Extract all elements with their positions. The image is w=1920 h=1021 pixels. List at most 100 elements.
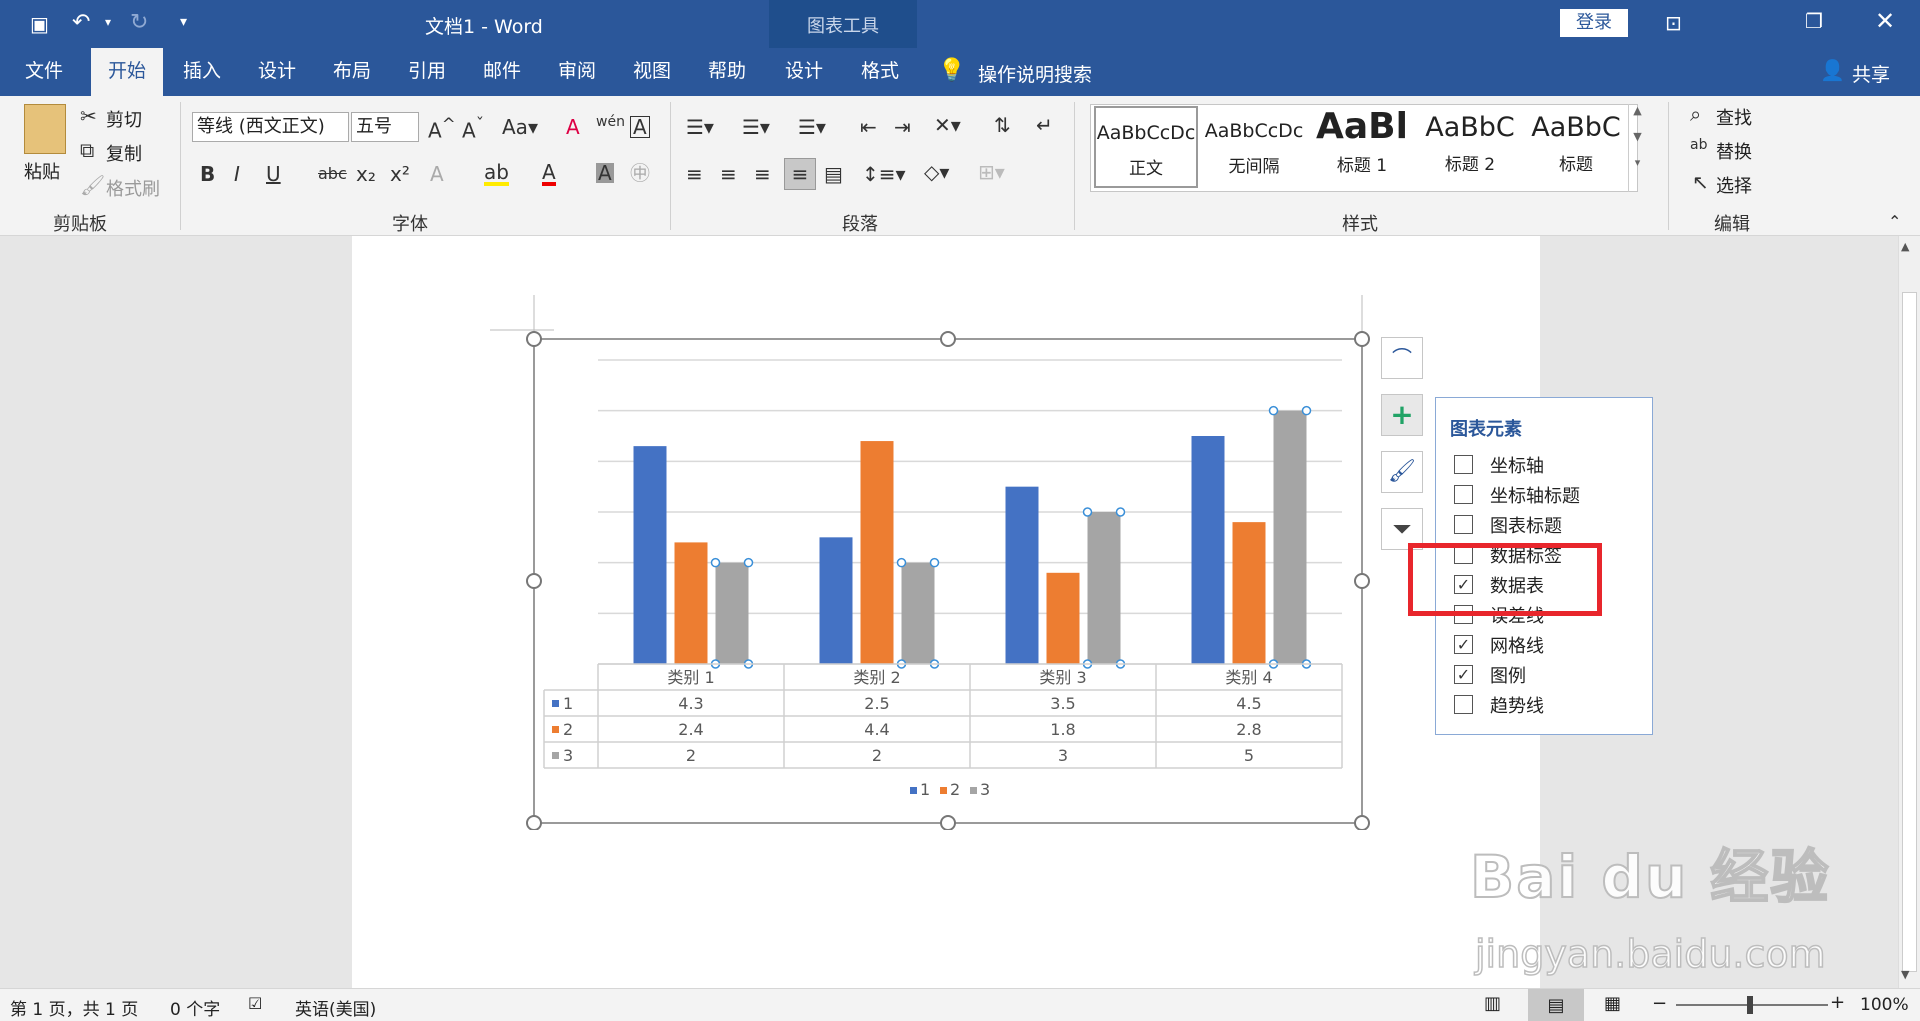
tab-design[interactable]: 设计 bbox=[247, 48, 307, 96]
chart-styles-button[interactable]: 🖌 bbox=[1381, 451, 1423, 493]
grow-font-icon[interactable]: A^ bbox=[428, 116, 456, 141]
style-title[interactable]: AaBbC 标题 bbox=[1526, 106, 1626, 188]
format-painter-button[interactable]: 格式刷 bbox=[106, 175, 160, 201]
italic-icon[interactable]: I bbox=[234, 164, 240, 184]
checkbox-checked[interactable]: ✓ bbox=[1454, 665, 1473, 684]
select-button[interactable]: 选择 bbox=[1716, 172, 1752, 198]
bold-icon[interactable]: B bbox=[200, 164, 215, 184]
checkbox-unchecked[interactable] bbox=[1454, 455, 1473, 474]
bullets-icon[interactable]: ☰▾ bbox=[686, 117, 714, 137]
restore-icon[interactable]: ❐ bbox=[1805, 9, 1823, 33]
resize-handle[interactable] bbox=[1354, 331, 1370, 347]
character-shading-icon[interactable]: A bbox=[596, 163, 614, 183]
align-right-icon[interactable]: ≡ bbox=[754, 164, 771, 184]
resize-handle[interactable] bbox=[526, 815, 542, 830]
multilevel-list-icon[interactable]: ☰▾ bbox=[798, 117, 826, 137]
zoom-level[interactable]: 100% bbox=[1860, 995, 1909, 1015]
web-layout-icon[interactable]: ▦ bbox=[1604, 993, 1621, 1014]
show-marks-icon[interactable]: ↵ bbox=[1036, 115, 1053, 135]
distributed-icon[interactable]: ▤ bbox=[824, 164, 843, 184]
phonetic-guide-icon[interactable]: wén bbox=[596, 115, 625, 129]
underline-icon[interactable]: U bbox=[266, 164, 281, 184]
line-spacing-icon[interactable]: ↕≡▾ bbox=[862, 164, 906, 184]
chart-elements-button[interactable]: + bbox=[1381, 394, 1423, 436]
center-icon[interactable]: ≡ bbox=[720, 164, 737, 184]
share-button[interactable]: 共享 bbox=[1852, 60, 1890, 87]
increase-indent-icon[interactable]: ⇥ bbox=[894, 117, 911, 137]
language[interactable]: 英语(美国) bbox=[295, 995, 376, 1020]
close-icon[interactable]: ✕ bbox=[1875, 7, 1895, 35]
checkbox-unchecked[interactable] bbox=[1454, 485, 1473, 504]
tab-layout[interactable]: 布局 bbox=[322, 48, 382, 96]
superscript-icon[interactable]: x² bbox=[390, 164, 410, 184]
style-heading-2[interactable]: AaBbC 标题 2 bbox=[1418, 106, 1522, 188]
copy-icon[interactable]: ⧉ bbox=[80, 140, 94, 160]
sort-icon[interactable]: ⇅ bbox=[994, 115, 1011, 135]
style-normal[interactable]: AaBbCcDc 正文 bbox=[1094, 106, 1198, 188]
format-painter-icon[interactable]: 🖌 bbox=[80, 175, 105, 195]
tab-mailings[interactable]: 邮件 bbox=[472, 48, 532, 96]
save-icon[interactable]: ▣ bbox=[30, 12, 49, 36]
copy-button[interactable]: 复制 bbox=[106, 140, 142, 166]
enclose-characters-icon[interactable]: ㊥ bbox=[630, 163, 650, 183]
shrink-font-icon[interactable]: Aˇ bbox=[462, 116, 484, 141]
resize-handle[interactable] bbox=[1354, 815, 1370, 830]
subscript-icon[interactable]: x₂ bbox=[356, 164, 376, 184]
proofing-icon[interactable]: ☑ bbox=[248, 994, 262, 1013]
tab-references[interactable]: 引用 bbox=[397, 48, 457, 96]
resize-handle[interactable] bbox=[940, 815, 956, 830]
resize-handle[interactable] bbox=[940, 331, 956, 347]
login-button[interactable]: 登录 bbox=[1560, 9, 1628, 37]
layout-options-button[interactable]: ⌒ bbox=[1381, 337, 1423, 379]
tab-home[interactable]: 开始 bbox=[91, 48, 163, 96]
scroll-down-icon[interactable]: ▼ bbox=[1901, 968, 1909, 981]
align-left-icon[interactable]: ≡ bbox=[686, 164, 703, 184]
checkbox-checked[interactable]: ✓ bbox=[1454, 635, 1473, 654]
word-count[interactable]: 0 个字 bbox=[170, 995, 220, 1020]
paste-button[interactable]: 粘贴 bbox=[24, 158, 60, 184]
resize-handle[interactable] bbox=[526, 331, 542, 347]
numbering-icon[interactable]: ☰▾ bbox=[742, 117, 770, 137]
share-icon[interactable]: 👤 bbox=[1820, 58, 1845, 82]
vertical-scrollbar[interactable]: ▲ ▼ bbox=[1898, 236, 1920, 988]
tab-insert[interactable]: 插入 bbox=[172, 48, 232, 96]
ribbon-display-options-icon[interactable]: ⊡ bbox=[1665, 11, 1682, 35]
shading-icon[interactable]: ◇▾ bbox=[924, 162, 949, 182]
checkbox-unchecked[interactable] bbox=[1454, 515, 1473, 534]
clear-formatting-icon[interactable]: A bbox=[566, 117, 580, 137]
font-color-icon[interactable]: A bbox=[542, 162, 556, 186]
style-no-spacing[interactable]: AaBbCcDc 无间隔 bbox=[1202, 106, 1306, 188]
chinese-layout-icon[interactable]: ✕▾ bbox=[934, 115, 961, 135]
undo-dropdown-icon[interactable]: ▾ bbox=[105, 15, 111, 29]
font-size-combo[interactable]: 五号 bbox=[351, 112, 419, 142]
select-icon[interactable]: ↖ bbox=[1692, 172, 1709, 192]
checkbox-unchecked[interactable] bbox=[1454, 695, 1473, 714]
cut-icon[interactable]: ✂ bbox=[80, 106, 97, 126]
strikethrough-icon[interactable]: abc bbox=[318, 166, 347, 182]
character-border-icon[interactable]: A bbox=[630, 116, 650, 138]
font-name-combo[interactable]: 等线 (西文正文) bbox=[192, 112, 349, 142]
borders-icon[interactable]: ⊞▾ bbox=[978, 162, 1005, 182]
read-mode-icon[interactable]: ▥ bbox=[1484, 993, 1501, 1014]
zoom-slider-thumb[interactable] bbox=[1747, 996, 1753, 1014]
tab-file[interactable]: 文件 bbox=[18, 48, 70, 96]
chart-svg[interactable]: 类别 1 类别 2 类别 3 类别 4 1 4.3 2.5 3.5 4.5 2 2.4 4.4 1.8 2… bbox=[490, 290, 1370, 830]
highlight-icon[interactable]: ab bbox=[484, 162, 509, 186]
scroll-thumb[interactable] bbox=[1902, 292, 1917, 972]
collapse-ribbon-icon[interactable]: ⌃ bbox=[1888, 214, 1901, 230]
find-icon[interactable]: ⌕ bbox=[1690, 104, 1701, 124]
tab-help[interactable]: 帮助 bbox=[697, 48, 757, 96]
tab-review[interactable]: 审阅 bbox=[547, 48, 607, 96]
paste-icon[interactable] bbox=[24, 104, 66, 154]
tab-view[interactable]: 视图 bbox=[622, 48, 682, 96]
change-case-icon[interactable]: Aa▾ bbox=[502, 117, 538, 137]
zoom-out-icon[interactable]: − bbox=[1652, 993, 1667, 1014]
tell-me-search[interactable]: 操作说明搜索 bbox=[978, 60, 1092, 87]
text-effects-icon[interactable]: A bbox=[430, 164, 444, 184]
zoom-in-icon[interactable]: + bbox=[1830, 992, 1845, 1013]
resize-handle[interactable] bbox=[526, 573, 542, 589]
page-count[interactable]: 第 1 页，共 1 页 bbox=[10, 995, 138, 1020]
redo-icon[interactable]: ↻ bbox=[130, 10, 148, 35]
tab-chart-design[interactable]: 设计 bbox=[774, 48, 834, 96]
replace-button[interactable]: 替换 bbox=[1716, 138, 1752, 164]
